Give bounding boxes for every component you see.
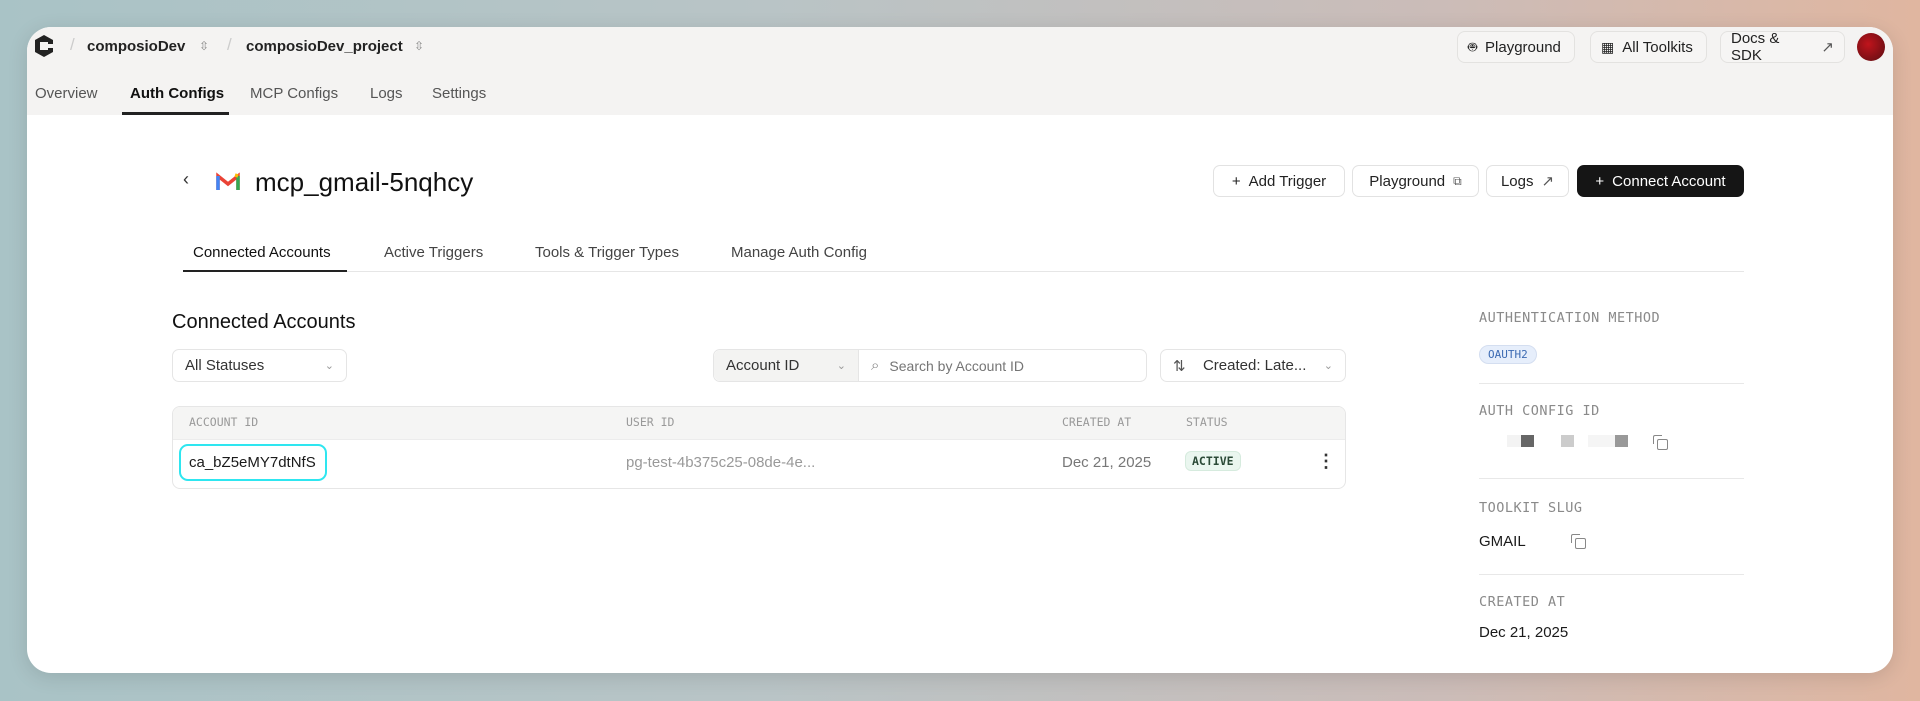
status-badge: ACTIVE bbox=[1185, 451, 1241, 471]
chevron-down-icon: ⌄ bbox=[836, 360, 846, 372]
active-subtab-indicator bbox=[183, 270, 347, 272]
org-chevron-icon[interactable]: ⇳ bbox=[199, 39, 209, 53]
toolkit-slug-value: GMAIL bbox=[1479, 533, 1526, 550]
page-title: mcp_gmail-5nqhcy bbox=[255, 167, 474, 197]
auth-method-label: AUTHENTICATION METHOD bbox=[1479, 310, 1661, 326]
search-input[interactable] bbox=[889, 357, 1130, 374]
breadcrumb-separator: / bbox=[227, 35, 232, 54]
external-link-icon: ↗ bbox=[1541, 173, 1555, 190]
connect-account-label: Connect Account bbox=[1612, 172, 1726, 190]
status-filter-dropdown[interactable]: All Statuses ⌄ bbox=[172, 349, 347, 382]
tab-mcp-configs[interactable]: MCP Configs bbox=[250, 85, 338, 102]
auth-config-id-label: AUTH CONFIG ID bbox=[1479, 403, 1600, 419]
search-field-value: Account ID bbox=[726, 357, 800, 374]
search-field-select[interactable]: Account ID ⌄ bbox=[714, 350, 859, 381]
all-toolkits-label: All Toolkits bbox=[1622, 38, 1693, 56]
playground-label: Playground bbox=[1485, 38, 1561, 56]
account-id-cell[interactable]: ca_bZ5eMY7dtNfS bbox=[189, 454, 316, 471]
column-header-status: STATUS bbox=[1186, 415, 1228, 429]
panel-divider bbox=[1479, 383, 1744, 384]
sort-value: Created: Late... bbox=[1202, 357, 1307, 374]
connect-account-button[interactable]: + Connect Account bbox=[1577, 165, 1744, 197]
tab-settings[interactable]: Settings bbox=[432, 85, 486, 102]
project-chevron-icon[interactable]: ⇳ bbox=[414, 39, 424, 53]
bot-icon: ⧉ bbox=[1453, 173, 1462, 188]
created-at-label: CREATED AT bbox=[1479, 594, 1566, 610]
toolkit-slug-label: TOOLKIT SLUG bbox=[1479, 500, 1583, 516]
chevron-down-icon: ⌄ bbox=[324, 360, 334, 372]
bot-icon: 🤖︎ bbox=[1468, 38, 1478, 56]
plus-icon: + bbox=[1595, 172, 1605, 190]
back-button[interactable]: ‹ bbox=[183, 169, 189, 190]
user-avatar[interactable] bbox=[1857, 33, 1885, 61]
gmail-logo-icon bbox=[213, 166, 243, 196]
section-title: Connected Accounts bbox=[172, 311, 356, 333]
auth-config-id-redacted bbox=[1507, 435, 1628, 447]
plus-icon: + bbox=[1231, 172, 1241, 190]
grid-icon: ▦ bbox=[1601, 38, 1615, 55]
logs-label: Logs bbox=[1500, 172, 1534, 190]
org-switcher[interactable]: composioDev bbox=[87, 38, 185, 55]
tab-overview[interactable]: Overview bbox=[35, 85, 98, 102]
auth-method-badge: OAUTH2 bbox=[1479, 345, 1537, 364]
active-tab-indicator bbox=[122, 112, 229, 115]
subtab-manage-auth-config[interactable]: Manage Auth Config bbox=[731, 244, 867, 261]
sort-icon: ⇅ bbox=[1173, 357, 1186, 375]
subtab-tools-trigger-types[interactable]: Tools & Trigger Types bbox=[535, 244, 679, 261]
chevron-down-icon: ⌄ bbox=[1323, 360, 1333, 372]
tab-logs[interactable]: Logs bbox=[370, 85, 403, 102]
app-window: / composioDev ⇳ / composioDev_project ⇳ … bbox=[27, 27, 1893, 673]
all-toolkits-button[interactable]: ▦ All Toolkits bbox=[1590, 31, 1707, 63]
subtab-connected-accounts[interactable]: Connected Accounts bbox=[193, 244, 331, 261]
tab-auth-configs[interactable]: Auth Configs bbox=[130, 85, 224, 102]
column-header-user-id: USER ID bbox=[626, 415, 675, 429]
panel-divider bbox=[1479, 574, 1744, 575]
user-id-cell: pg-test-4b375c25-08de-4e... bbox=[626, 454, 816, 471]
composio-logo-icon bbox=[35, 35, 53, 57]
playground-button[interactable]: Playground ⧉ bbox=[1352, 165, 1479, 197]
arrow-up-right-icon: ↗ bbox=[1821, 39, 1834, 56]
copy-auth-config-icon[interactable] bbox=[1653, 435, 1668, 455]
search-icon: ⌕ bbox=[871, 357, 880, 374]
column-header-account-id: ACCOUNT ID bbox=[189, 415, 259, 429]
status-filter-value: All Statuses bbox=[185, 357, 265, 374]
created-at-cell: Dec 21, 2025 bbox=[1062, 454, 1152, 471]
add-trigger-label: Add Trigger bbox=[1248, 172, 1327, 190]
accounts-table bbox=[172, 406, 1346, 489]
playground-top-button[interactable]: 🤖︎ Playground bbox=[1457, 31, 1575, 63]
sort-dropdown[interactable]: ⇅ Created: Late... ⌄ bbox=[1160, 349, 1346, 382]
add-trigger-button[interactable]: + Add Trigger bbox=[1213, 165, 1345, 197]
top-header: / composioDev ⇳ / composioDev_project ⇳ … bbox=[27, 27, 1893, 115]
logs-button[interactable]: Logs ↗ bbox=[1486, 165, 1569, 197]
copy-toolkit-icon[interactable] bbox=[1571, 534, 1586, 554]
docs-label: Docs & SDK bbox=[1731, 30, 1780, 64]
breadcrumb-separator: / bbox=[70, 35, 75, 54]
project-switcher[interactable]: composioDev_project bbox=[246, 38, 403, 55]
subtab-active-triggers[interactable]: Active Triggers bbox=[384, 244, 483, 261]
row-menu-icon[interactable]: ⋮ bbox=[1317, 451, 1335, 472]
column-header-created-at: CREATED AT bbox=[1062, 415, 1132, 429]
panel-divider bbox=[1479, 478, 1744, 479]
subtab-divider bbox=[183, 271, 1744, 272]
playground-label: Playground bbox=[1369, 172, 1446, 190]
table-header bbox=[173, 407, 1345, 440]
created-at-value: Dec 21, 2025 bbox=[1479, 624, 1569, 641]
docs-sdk-button[interactable]: Docs & SDK ↗ bbox=[1720, 30, 1845, 64]
search-group: Account ID ⌄ ⌕ bbox=[713, 349, 1147, 382]
